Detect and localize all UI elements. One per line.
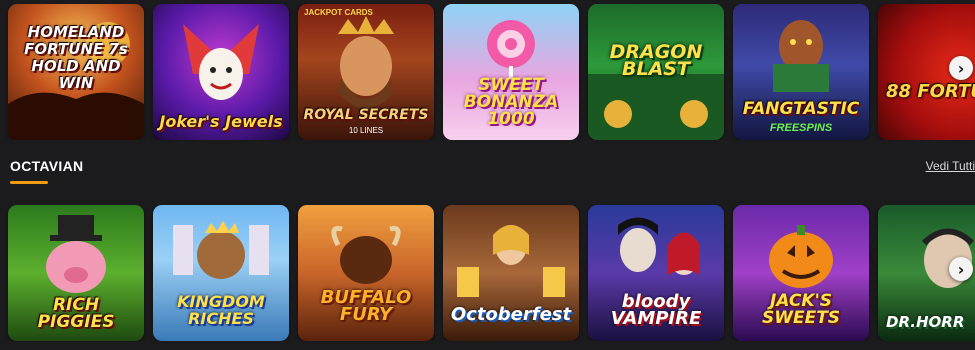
game-tile-jacks-sweets[interactable]: JACK'S SWEETS (733, 205, 869, 341)
game-title: BUFFALO FURY (320, 287, 412, 325)
game-title: DRAGON BLAST (609, 41, 703, 80)
game-title: HOMELAND FORTUNE 7s HOLD AND WIN (24, 23, 128, 92)
game-tile-bloody-vampire[interactable]: bloody VAMPIRE (588, 205, 724, 341)
game-tile-kingdom-riches[interactable]: KINGDOM RICHES (153, 205, 289, 341)
game-tile-dragon-blast[interactable]: DRAGON BLAST (588, 4, 724, 140)
game-tile-octoberfest[interactable]: Octoberfest (443, 205, 579, 341)
game-tile-sweet-bonanza-1000[interactable]: SWEET BONANZA 1000 (443, 4, 579, 140)
game-title: 88 FORTUN (886, 81, 975, 102)
top-games-row: HOMELAND FORTUNE 7s HOLD AND WIN Joker's… (0, 4, 975, 140)
game-tile-buffalo-fury[interactable]: BUFFALO FURY (298, 205, 434, 341)
game-title: RICH PIGGIES (37, 295, 115, 332)
game-tile-fangtastic[interactable]: FANGTASTIC FREESPINS (733, 4, 869, 140)
game-title: bloody VAMPIRE (610, 291, 702, 329)
game-art (773, 20, 829, 92)
game-title: Octoberfest (450, 304, 572, 325)
game-tile-jokers-jewels[interactable]: Joker's Jewels (153, 4, 289, 140)
game-tile-rich-piggies[interactable]: RICH PIGGIES (8, 205, 144, 341)
next-arrow-button[interactable]: › (949, 257, 973, 281)
game-tile-homeland-fortune[interactable]: HOMELAND FORTUNE 7s HOLD AND WIN (8, 4, 144, 140)
game-title: Joker's Jewels (159, 112, 283, 131)
octavian-games-row: RICH PIGGIES KINGDOM RICHES BUFFALO FURY… (0, 205, 975, 341)
next-arrow-button[interactable]: › (949, 56, 973, 80)
game-subtitle: FREESPINS (769, 122, 833, 134)
game-title: DR.HORR (886, 313, 965, 331)
game-subtitle: 10 LINES (348, 126, 384, 135)
game-title: JACK'S SWEETS (761, 291, 841, 328)
section-title: OCTAVIAN (10, 158, 84, 174)
game-title: ROYAL SECRETS (303, 107, 429, 123)
section-title-underline (10, 181, 48, 184)
game-title: KINGDOM RICHES (177, 292, 265, 328)
jackpot-badge: JACKPOT CARDS (304, 8, 373, 17)
game-tile-royal-secrets[interactable]: JACKPOT CARDS ROYAL SECRETS 10 LINES (298, 4, 434, 140)
game-title: SWEET BONANZA 1000 (463, 75, 559, 129)
view-all-link[interactable]: Vedi Tutti (926, 159, 975, 173)
game-title: FANGTASTIC (742, 99, 860, 119)
